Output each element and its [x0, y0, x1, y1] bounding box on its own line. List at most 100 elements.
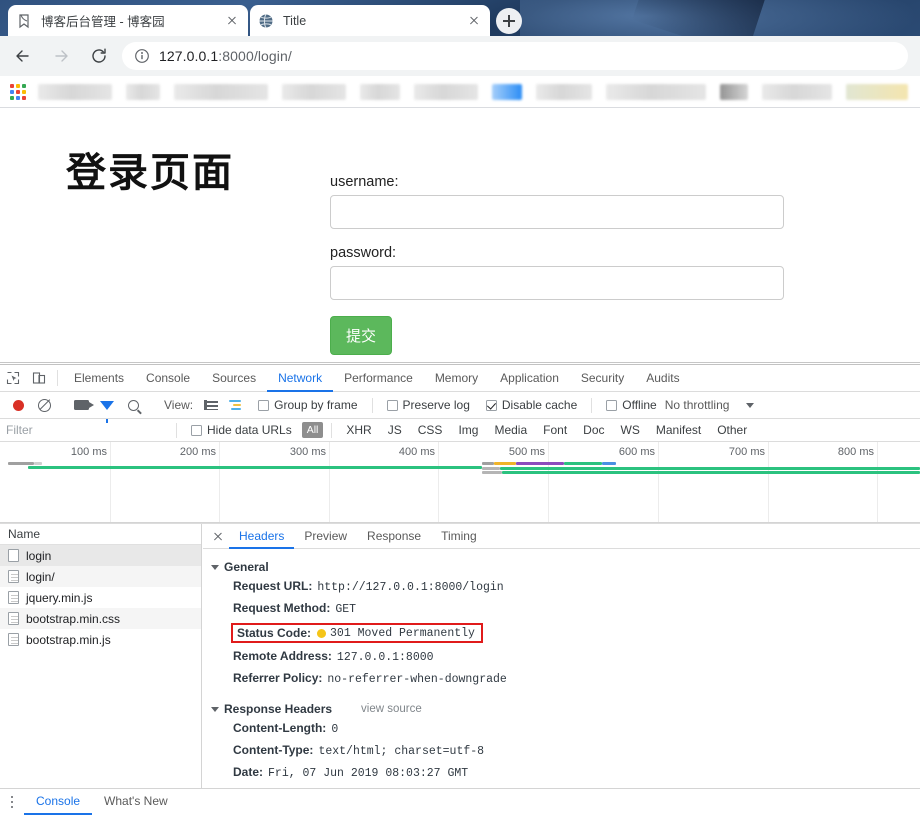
bookmark-item[interactable] [414, 83, 478, 100]
overview-gridline [658, 442, 659, 523]
chevron-down-icon [211, 564, 219, 570]
tab-close-icon-2[interactable] [466, 13, 482, 29]
overview-bottom-border [0, 522, 920, 523]
devtools-tab-memory[interactable]: Memory [424, 365, 489, 392]
filter-type-font[interactable]: Font [537, 422, 573, 438]
preserve-log-checkbox[interactable]: Preserve log [386, 398, 470, 412]
request-list-header[interactable]: Name [0, 524, 201, 545]
filter-type-manifest[interactable]: Manifest [650, 422, 707, 438]
bookmark-item[interactable] [606, 83, 706, 100]
header-value: no-referrer-when-downgrade [327, 673, 507, 686]
devtools-tab-application[interactable]: Application [489, 365, 570, 392]
detail-tab-preview[interactable]: Preview [294, 524, 357, 549]
bookmark-item[interactable] [38, 83, 112, 100]
request-row[interactable]: login [0, 545, 201, 566]
info-circle-icon[interactable] [134, 48, 150, 64]
filter-type-js[interactable]: JS [382, 422, 408, 438]
view-source-link[interactable]: view source [361, 703, 422, 715]
forward-button[interactable] [46, 41, 76, 71]
request-name: login [26, 548, 52, 563]
offline-checkbox[interactable]: Offline [606, 398, 657, 412]
devtools-tab-performance[interactable]: Performance [333, 365, 424, 392]
filter-input[interactable] [0, 422, 170, 438]
search-button[interactable] [120, 399, 146, 411]
request-row[interactable]: jquery.min.js [0, 587, 201, 608]
clear-button[interactable] [31, 398, 57, 412]
group-by-frame-checkbox[interactable]: Group by frame [258, 398, 358, 412]
back-button[interactable] [8, 41, 38, 71]
devtools-tab-console[interactable]: Console [135, 365, 201, 392]
header-key: Request Method: [233, 601, 331, 615]
page-title: 登录页面 [66, 150, 234, 195]
password-field[interactable] [330, 266, 784, 300]
view-waterfall-button[interactable] [224, 399, 250, 411]
response-headers-section-header[interactable]: Response Headers view source [211, 702, 920, 716]
filter-type-other[interactable]: Other [711, 422, 753, 438]
username-field[interactable] [330, 195, 784, 229]
network-overview-timeline[interactable]: 100 ms 200 ms 300 ms 400 ms 500 ms 600 ms 700 … [0, 442, 920, 524]
bookmark-item[interactable] [846, 83, 908, 100]
checkbox-box [191, 424, 202, 436]
filter-type-doc[interactable]: Doc [577, 422, 610, 438]
drawer-tab-whats-new[interactable]: What's New [92, 789, 180, 815]
overview-request-bar [482, 467, 500, 470]
filter-type-xhr[interactable]: XHR [340, 422, 377, 438]
status-dot-icon [317, 628, 327, 638]
drawer-tab-console[interactable]: Console [24, 789, 93, 815]
record-button[interactable] [5, 399, 31, 411]
bookmark-item[interactable] [492, 83, 522, 100]
bookmark-item[interactable] [536, 83, 592, 100]
filter-type-media[interactable]: Media [488, 422, 533, 438]
overview-gridline [110, 442, 111, 523]
bookmark-item[interactable] [282, 83, 346, 100]
detail-tab-headers[interactable]: Headers [229, 524, 295, 549]
filter-button[interactable] [94, 400, 120, 423]
devtools-tab-sources[interactable]: Sources [201, 365, 267, 392]
filter-type-img[interactable]: Img [452, 422, 484, 438]
filter-type-css[interactable]: CSS [412, 422, 449, 438]
request-list: Name login login/jquery.min.js bootstrap.m… [0, 524, 202, 813]
request-row[interactable]: bootstrap.min.css [0, 608, 201, 629]
disable-cache-checkbox[interactable]: Disable cache [485, 398, 577, 412]
devtools-tab-security[interactable]: Security [570, 365, 635, 392]
capture-screenshots-button[interactable] [68, 400, 94, 410]
devtools-tab-elements[interactable]: Elements [63, 365, 135, 392]
filter-type-all[interactable]: All [301, 422, 324, 438]
browser-tab-1[interactable]: 博客后台管理 - 博客园 [8, 5, 248, 36]
devtools-tab-network[interactable]: Network [267, 365, 334, 392]
bookmark-item[interactable] [360, 83, 400, 100]
inspect-element-icon[interactable] [0, 365, 26, 391]
apps-grid-icon[interactable] [10, 83, 26, 100]
header-key: Status Code: [237, 626, 312, 640]
request-row[interactable]: bootstrap.min.js [0, 629, 201, 650]
header-value: Fri, 07 Jun 2019 08:03:27 GMT [268, 767, 469, 780]
detail-tab-response[interactable]: Response [357, 524, 431, 549]
tab-close-icon-1[interactable] [224, 13, 240, 29]
browser-toolbar: 127.0.0.1:8000/login/ [0, 36, 920, 76]
request-row[interactable]: login/ [0, 566, 201, 587]
chevron-down-icon[interactable] [746, 402, 755, 408]
reload-button[interactable] [84, 41, 114, 71]
view-list-button[interactable] [198, 399, 224, 411]
hide-data-urls-checkbox[interactable]: Hide data URLs [191, 423, 292, 437]
browser-tab-2[interactable]: Title [250, 5, 490, 36]
detail-tab-timing[interactable]: Timing [431, 524, 487, 549]
filter-type-ws[interactable]: WS [615, 422, 646, 438]
bookmark-item[interactable] [762, 83, 832, 100]
header-value: 0 [331, 723, 339, 736]
new-tab-button[interactable] [496, 8, 522, 34]
submit-button[interactable]: 提交 [330, 316, 393, 355]
close-icon[interactable] [207, 524, 229, 548]
bookmark-item[interactable] [720, 83, 748, 100]
general-section-header[interactable]: General [211, 560, 920, 574]
bookmark-item[interactable] [174, 83, 268, 100]
toggle-device-toolbar-icon[interactable] [26, 365, 52, 391]
toolbar-divider [371, 397, 373, 413]
throttling-label[interactable]: No throttling [665, 398, 730, 412]
bookmark-item[interactable] [126, 83, 160, 100]
overview-request-bar [494, 462, 516, 465]
header-value: text/html; charset=utf-8 [318, 745, 485, 758]
devtools-tab-audits[interactable]: Audits [635, 365, 690, 392]
address-bar[interactable]: 127.0.0.1:8000/login/ [122, 42, 908, 70]
more-vertical-icon[interactable] [0, 789, 24, 815]
